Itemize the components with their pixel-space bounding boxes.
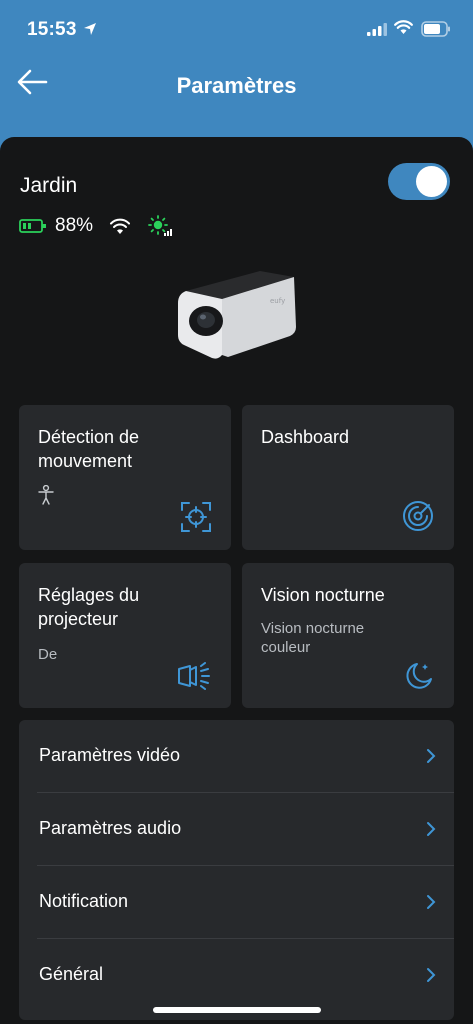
battery-charging-icon bbox=[19, 219, 46, 233]
menu-item-label: Notification bbox=[39, 891, 129, 911]
chevron-right-icon bbox=[427, 749, 436, 763]
tile-title: Vision nocturne bbox=[261, 585, 385, 605]
cellular-signal-icon bbox=[367, 23, 387, 36]
tile-title: Détection de mouvement bbox=[38, 427, 140, 471]
app-header: Paramètres bbox=[0, 58, 473, 138]
page-title: Paramètres bbox=[176, 73, 297, 98]
chevron-right-icon bbox=[427, 968, 436, 982]
settings-sheet: Jardin 88% eufy Détection de mouvement D… bbox=[0, 137, 473, 1024]
spotlight-settings-tile[interactable]: Réglages du projecteur De bbox=[19, 563, 231, 708]
location-arrow-icon bbox=[84, 23, 96, 35]
menu-item-general[interactable]: Général bbox=[19, 939, 454, 1012]
tile-subtitle: Vision nocturne couleur bbox=[261, 620, 365, 656]
menu-item-label: Général bbox=[39, 964, 104, 984]
night-vision-tile[interactable]: Vision nocturne Vision nocturne couleur bbox=[242, 563, 454, 708]
battery-status-icon bbox=[421, 21, 450, 37]
svg-text:eufy: eufy bbox=[270, 297, 285, 305]
wifi-strength-icon bbox=[110, 218, 131, 234]
chevron-right-icon bbox=[427, 895, 436, 909]
dashboard-tile[interactable]: Dashboard bbox=[242, 405, 454, 550]
chevron-right-icon bbox=[427, 822, 436, 836]
dashboard-radar-icon bbox=[403, 501, 433, 531]
battery-percentage: 88% bbox=[55, 215, 94, 236]
home-indicator[interactable] bbox=[153, 1007, 321, 1013]
person-icon bbox=[38, 485, 54, 505]
spotlight-icon bbox=[178, 662, 210, 690]
status-bar: 15:53 bbox=[0, 0, 473, 58]
menu-item-notification[interactable]: Notification bbox=[19, 866, 454, 939]
tile-title: Réglages du projecteur bbox=[38, 585, 140, 629]
status-time: 15:53 bbox=[27, 19, 77, 40]
menu-item-video-settings[interactable]: Paramètres vidéo bbox=[19, 720, 454, 793]
menu-item-label: Paramètres vidéo bbox=[39, 745, 181, 765]
menu-item-label: Paramètres audio bbox=[39, 818, 182, 838]
motion-detection-tile[interactable]: Détection de mouvement bbox=[19, 405, 231, 550]
settings-list: Paramètres vidéo Paramètres audio Notifi… bbox=[19, 720, 454, 1020]
motion-detection-icon bbox=[181, 502, 211, 532]
menu-item-audio-settings[interactable]: Paramètres audio bbox=[19, 793, 454, 866]
device-name: Jardin bbox=[20, 174, 78, 197]
night-moon-icon bbox=[406, 663, 432, 689]
solar-charging-icon bbox=[148, 215, 173, 236]
device-power-toggle[interactable] bbox=[388, 163, 450, 200]
tile-subtitle: De bbox=[38, 646, 58, 663]
device-status-row: 88% bbox=[19, 214, 175, 238]
camera-product-image: eufy bbox=[178, 271, 296, 359]
toggle-knob bbox=[416, 166, 447, 197]
wifi-icon bbox=[394, 20, 413, 34]
tile-title: Dashboard bbox=[261, 427, 350, 447]
